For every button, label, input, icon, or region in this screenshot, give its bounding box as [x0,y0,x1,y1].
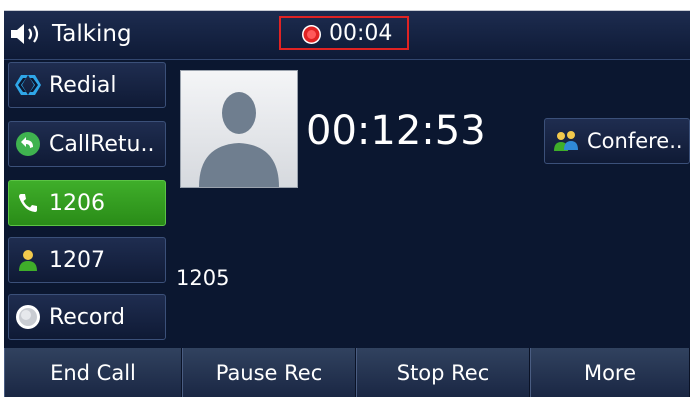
conference-icon [553,129,579,153]
redial-icon [15,72,41,98]
call-duration: 00:12:53 [306,108,486,154]
conference-button[interactable]: Confere.. [544,118,690,164]
line-1207-label: 1207 [49,247,105,273]
caller-avatar [180,70,298,188]
phone-screen: Talking 00:04 Redial CallRetu.. 1206 120… [4,10,690,397]
callreturn-label: CallRetu.. [49,131,155,157]
redial-label: Redial [49,72,117,98]
record-button[interactable]: Record [8,294,166,340]
pause-rec-softkey[interactable]: Pause Rec [182,348,356,397]
record-icon [15,304,41,330]
status-bar: Talking 00:04 [4,11,690,60]
line-1207-button[interactable]: 1207 [8,237,166,283]
callreturn-button[interactable]: CallRetu.. [8,121,166,167]
recording-indicator-icon [301,24,322,45]
conference-label: Confere.. [587,129,683,153]
more-softkey[interactable]: More [530,348,690,397]
end-call-softkey[interactable]: End Call [4,348,182,397]
recording-time: 00:04 [329,21,393,46]
callreturn-icon [15,131,41,157]
caller-number: 1205 [176,266,230,290]
line-1206-button[interactable]: 1206 [8,180,166,226]
softkey-bar: End Call Pause Rec Stop Rec More [4,348,690,397]
person-silhouette-icon [199,92,279,187]
redial-button[interactable]: Redial [8,62,166,108]
line-1206-label: 1206 [49,190,105,216]
stop-rec-softkey[interactable]: Stop Rec [356,348,530,397]
call-state-label: Talking [52,21,132,47]
phone-handset-icon [15,190,41,216]
speaker-icon [10,24,44,44]
contact-icon [15,247,41,273]
recording-timer: 00:04 [279,16,409,50]
record-label: Record [49,304,126,330]
